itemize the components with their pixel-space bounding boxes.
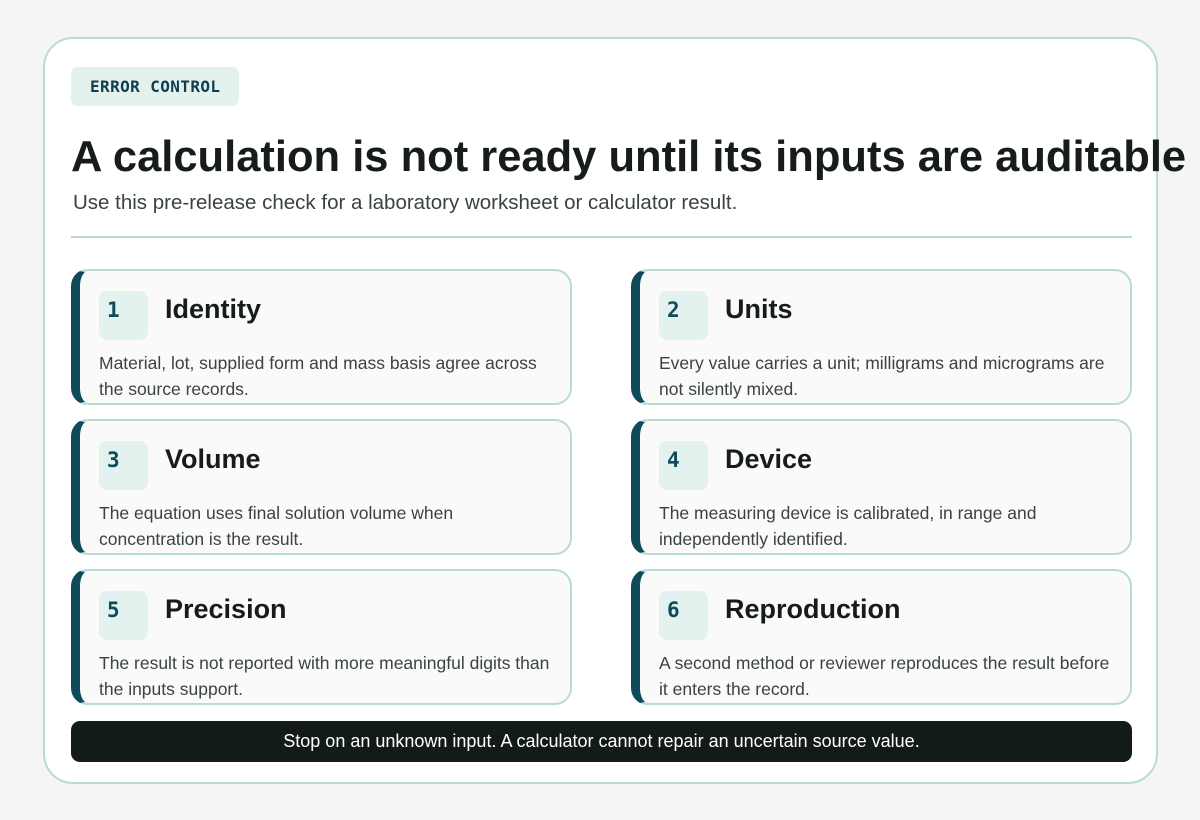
check-description: A second method or reviewer reproduces t… [659,653,1110,699]
check-number: 1 [99,291,148,340]
check-number: 6 [659,591,708,640]
check-number: 4 [659,441,708,490]
check-item-volume: 3 Volume The equation uses final solutio… [71,419,572,555]
checklist-card: ERROR CONTROL A calculation is not ready… [43,37,1186,784]
check-title: Identity [165,294,262,324]
check-number: 3 [99,441,148,490]
check-title: Precision [165,594,287,624]
check-item-reproduction: 6 Reproduction A second method or review… [631,569,1132,705]
header-divider [71,236,1132,238]
check-description: The equation uses final solution volume … [99,503,454,549]
check-title: Units [725,294,793,324]
check-number: 5 [99,591,148,640]
check-title: Volume [165,444,261,474]
section-kicker: ERROR CONTROL [71,67,240,106]
check-number: 2 [659,291,708,340]
check-description: The result is not reported with more mea… [99,653,550,699]
check-item-identity: 1 Identity Material, lot, supplied form … [71,269,572,405]
check-description: Every value carries a unit; milligrams a… [659,353,1105,399]
check-item-units: 2 Units Every value carries a unit; mill… [631,269,1132,405]
page-title: A calculation is not ready until its inp… [71,133,1187,181]
check-item-device: 4 Device The measuring device is calibra… [631,419,1132,555]
warning-banner: Stop on an unknown input. A calculator c… [71,721,1132,762]
page-subtitle: Use this pre-release check for a laborat… [73,191,738,214]
check-item-precision: 5 Precision The result is not reported w… [71,569,572,705]
check-description: The measuring device is calibrated, in r… [659,503,1037,549]
check-description: Material, lot, supplied form and mass ba… [99,353,537,399]
check-title: Device [725,444,813,474]
check-title: Reproduction [725,594,901,624]
